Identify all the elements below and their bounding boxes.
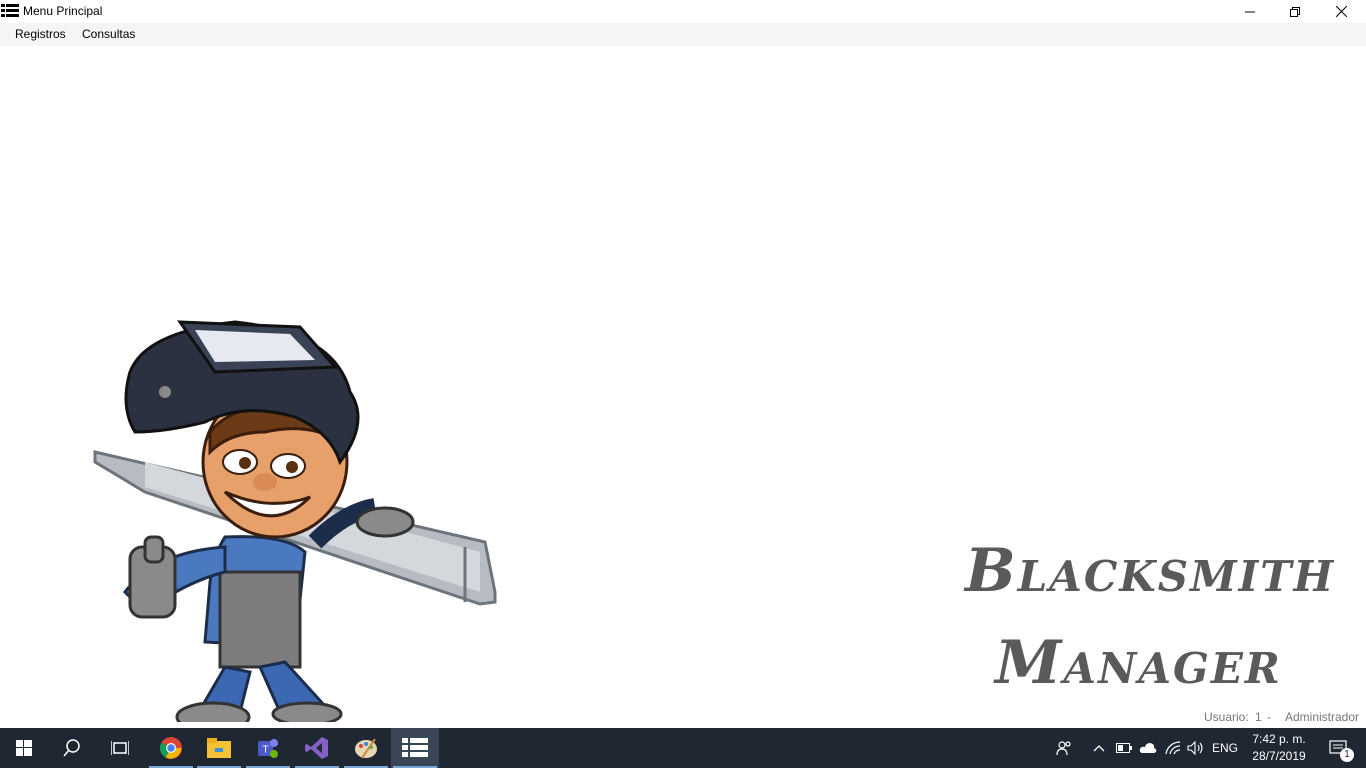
- minimize-button[interactable]: [1227, 0, 1273, 23]
- taskbar-paint[interactable]: [342, 728, 390, 768]
- restore-icon: [1290, 6, 1300, 17]
- restore-button[interactable]: [1272, 0, 1318, 23]
- taskbar-menu-principal[interactable]: [391, 728, 439, 768]
- people-icon: [1056, 741, 1071, 756]
- cloud-icon: [1139, 743, 1157, 753]
- volume-button[interactable]: [1185, 728, 1207, 768]
- start-icon: [16, 740, 32, 756]
- minimize-icon: [1245, 11, 1255, 12]
- start-button[interactable]: [0, 728, 48, 768]
- onedrive-button[interactable]: [1137, 728, 1159, 768]
- window-title: Menu Principal: [23, 4, 103, 18]
- status-user-id: 1: [1255, 710, 1262, 724]
- main-area: Blacksmith Manager Usuario: 1 - Administ…: [0, 46, 1366, 728]
- clock-button[interactable]: 7:42 p. m. 28/7/2019: [1245, 731, 1313, 765]
- notifications-button[interactable]: 1: [1318, 728, 1358, 768]
- task-view-button[interactable]: [96, 728, 144, 768]
- battery-button[interactable]: [1113, 728, 1135, 768]
- wifi-icon: [1165, 741, 1181, 755]
- chrome-icon: [160, 737, 182, 759]
- taskbar-teams[interactable]: T: [244, 728, 292, 768]
- taskbar-visual-studio[interactable]: [293, 728, 341, 768]
- brand-title-line1: Blacksmith: [965, 536, 1336, 606]
- show-hidden-icons-button[interactable]: [1089, 728, 1109, 768]
- file-explorer-icon: [207, 738, 231, 758]
- app-menu-icon: [1, 4, 19, 17]
- taskbar-file-explorer[interactable]: [195, 728, 243, 768]
- paint-icon: [355, 738, 377, 759]
- blacksmith-illustration: [93, 320, 497, 722]
- svg-text:T: T: [262, 745, 268, 756]
- people-button[interactable]: [1052, 728, 1076, 768]
- taskbar: T ENG 7:42 p. m. 28/7/2019 1: [0, 728, 1366, 768]
- status-user-label: Usuario:: [1204, 710, 1249, 724]
- task-view-icon: [111, 741, 129, 755]
- menu-consultas[interactable]: Consultas: [82, 27, 135, 41]
- volume-icon: [1187, 741, 1203, 755]
- visual-studio-icon: [305, 737, 328, 759]
- search-icon: [63, 739, 80, 757]
- title-bar: Menu Principal: [0, 0, 1366, 23]
- input-language-button[interactable]: ENG: [1210, 728, 1240, 768]
- close-button[interactable]: [1318, 0, 1364, 23]
- notification-count-badge: 1: [1340, 748, 1354, 762]
- chevron-up-icon: [1093, 745, 1105, 752]
- brand-title-line2: Manager: [995, 628, 1282, 698]
- status-separator: -: [1267, 710, 1271, 724]
- network-button[interactable]: [1162, 728, 1184, 768]
- battery-icon: [1116, 743, 1132, 753]
- close-icon: [1335, 6, 1347, 17]
- search-button[interactable]: [48, 728, 96, 768]
- menu-bar: Registros Consultas: [0, 23, 1366, 46]
- app-menu-icon: [402, 738, 428, 757]
- status-user-name: Administrador: [1285, 710, 1360, 724]
- menu-registros[interactable]: Registros: [15, 27, 66, 41]
- teams-icon: T: [258, 739, 278, 758]
- clock-time: 7:42 p. m.: [1252, 732, 1306, 746]
- taskbar-chrome[interactable]: [147, 728, 195, 768]
- clock-date: 28/7/2019: [1252, 749, 1306, 763]
